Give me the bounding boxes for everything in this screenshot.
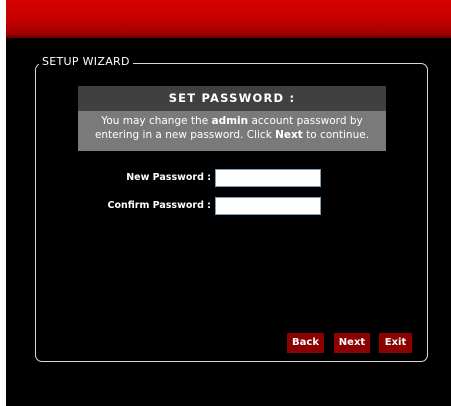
new-password-input[interactable]: [215, 169, 321, 187]
header-banner: [6, 0, 451, 38]
info-next-emphasis: Next: [275, 128, 303, 141]
new-password-label: New Password :: [126, 172, 211, 183]
back-button[interactable]: Back: [287, 333, 324, 353]
info-admin-emphasis: admin: [211, 115, 249, 127]
setup-wizard-legend: SETUP WIZARD: [39, 55, 133, 69]
router-setup-window: SETUP WIZARD SET PASSWORD : You may chan…: [6, 0, 451, 406]
info-message: You may change the admin account passwor…: [78, 111, 386, 151]
info-text-3: to continue.: [302, 128, 370, 141]
exit-button[interactable]: Exit: [379, 333, 412, 353]
confirm-password-input[interactable]: [215, 197, 321, 215]
confirm-password-label: Confirm Password :: [107, 200, 211, 211]
section-title: SET PASSWORD :: [78, 86, 386, 111]
next-button[interactable]: Next: [334, 333, 370, 353]
info-text-1: You may change the: [101, 115, 212, 127]
